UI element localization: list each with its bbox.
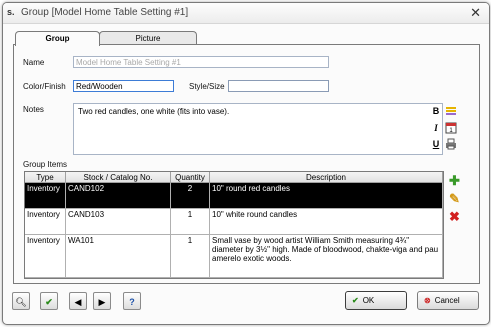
cell-type: Inventory bbox=[25, 208, 66, 235]
table-row[interactable]: Inventory CAND102 2 10" round red candle… bbox=[25, 182, 443, 209]
bold-icon[interactable]: B bbox=[430, 105, 442, 117]
table-row[interactable]: Inventory WA101 1 Small vase by wood art… bbox=[25, 234, 443, 278]
spell-check-icon[interactable]: ✔ bbox=[40, 292, 58, 310]
cell-type: Inventory bbox=[25, 234, 66, 278]
cell-quantity: 1 bbox=[170, 234, 210, 278]
cell-type: Inventory bbox=[25, 182, 66, 209]
name-field[interactable]: Model Home Table Setting #1 bbox=[73, 56, 329, 68]
group-items-grid: Type Stock / Catalog No. Quantity Descri… bbox=[24, 171, 444, 279]
tab-group[interactable]: Group bbox=[15, 31, 100, 46]
style-size-field[interactable] bbox=[228, 80, 329, 92]
check-icon: ✔ bbox=[352, 296, 359, 305]
print-icon[interactable] bbox=[445, 138, 457, 150]
cell-stock: CAND102 bbox=[65, 182, 171, 209]
column-header-type[interactable]: Type bbox=[25, 172, 66, 183]
group-dialog: s. Group [Model Home Table Setting #1] ✕… bbox=[2, 2, 490, 325]
line-spacing-icon[interactable] bbox=[445, 105, 457, 117]
column-header-stock[interactable]: Stock / Catalog No. bbox=[65, 172, 171, 183]
cell-quantity: 1 bbox=[170, 208, 210, 235]
cell-description: 10" white round candles bbox=[209, 208, 443, 235]
cell-stock: WA101 bbox=[65, 234, 171, 278]
edit-pencil-icon[interactable]: ✎ bbox=[447, 191, 462, 206]
cell-description: 10" round red candles bbox=[209, 182, 443, 209]
table-row[interactable]: Inventory CAND103 1 10" white round cand… bbox=[25, 208, 443, 235]
cell-description: Small vase by wood artist William Smith … bbox=[209, 234, 443, 278]
tab-picture[interactable]: Picture bbox=[99, 31, 197, 45]
help-icon[interactable]: ? bbox=[123, 292, 141, 310]
close-icon[interactable]: ✕ bbox=[470, 5, 481, 21]
name-label: Name bbox=[23, 58, 45, 67]
cancel-label: Cancel bbox=[434, 296, 460, 305]
app-icon: s. bbox=[7, 7, 15, 17]
ok-label: OK bbox=[362, 296, 375, 305]
cell-stock: CAND103 bbox=[65, 208, 171, 235]
notes-textarea[interactable]: Two red candles, one white (fits into va… bbox=[73, 103, 443, 155]
notes-label: Notes bbox=[23, 105, 44, 114]
group-panel: Name Model Home Table Setting #1 Color/F… bbox=[13, 44, 480, 284]
title-bar: s. Group [Model Home Table Setting #1] ✕ bbox=[3, 3, 489, 24]
delete-item-icon[interactable]: ✖ bbox=[447, 209, 462, 224]
cell-quantity: 2 bbox=[170, 182, 210, 209]
search-icon[interactable]: 🔍︎ bbox=[12, 292, 30, 310]
ok-button[interactable]: ✔ OK bbox=[345, 291, 407, 310]
cancel-button[interactable]: ⊗ Cancel bbox=[417, 291, 479, 310]
window-title: Group [Model Home Table Setting #1] bbox=[21, 7, 189, 18]
calendar-icon[interactable]: 1 bbox=[445, 122, 457, 134]
next-record-icon[interactable]: ▶ bbox=[93, 292, 111, 310]
style-size-label: Style/Size bbox=[189, 82, 225, 91]
color-finish-field[interactable]: Red/Wooden bbox=[73, 80, 174, 92]
column-header-description[interactable]: Description bbox=[209, 172, 443, 183]
underline-icon[interactable]: U bbox=[430, 138, 442, 150]
group-items-label: Group Items bbox=[23, 160, 68, 169]
color-finish-label: Color/Finish bbox=[23, 82, 66, 91]
previous-record-icon[interactable]: ◀ bbox=[69, 292, 87, 310]
column-header-quantity[interactable]: Quantity bbox=[170, 172, 210, 183]
add-item-icon[interactable]: ✚ bbox=[447, 173, 462, 188]
italic-icon[interactable]: I bbox=[430, 122, 442, 134]
cancel-icon: ⊗ bbox=[424, 296, 431, 305]
